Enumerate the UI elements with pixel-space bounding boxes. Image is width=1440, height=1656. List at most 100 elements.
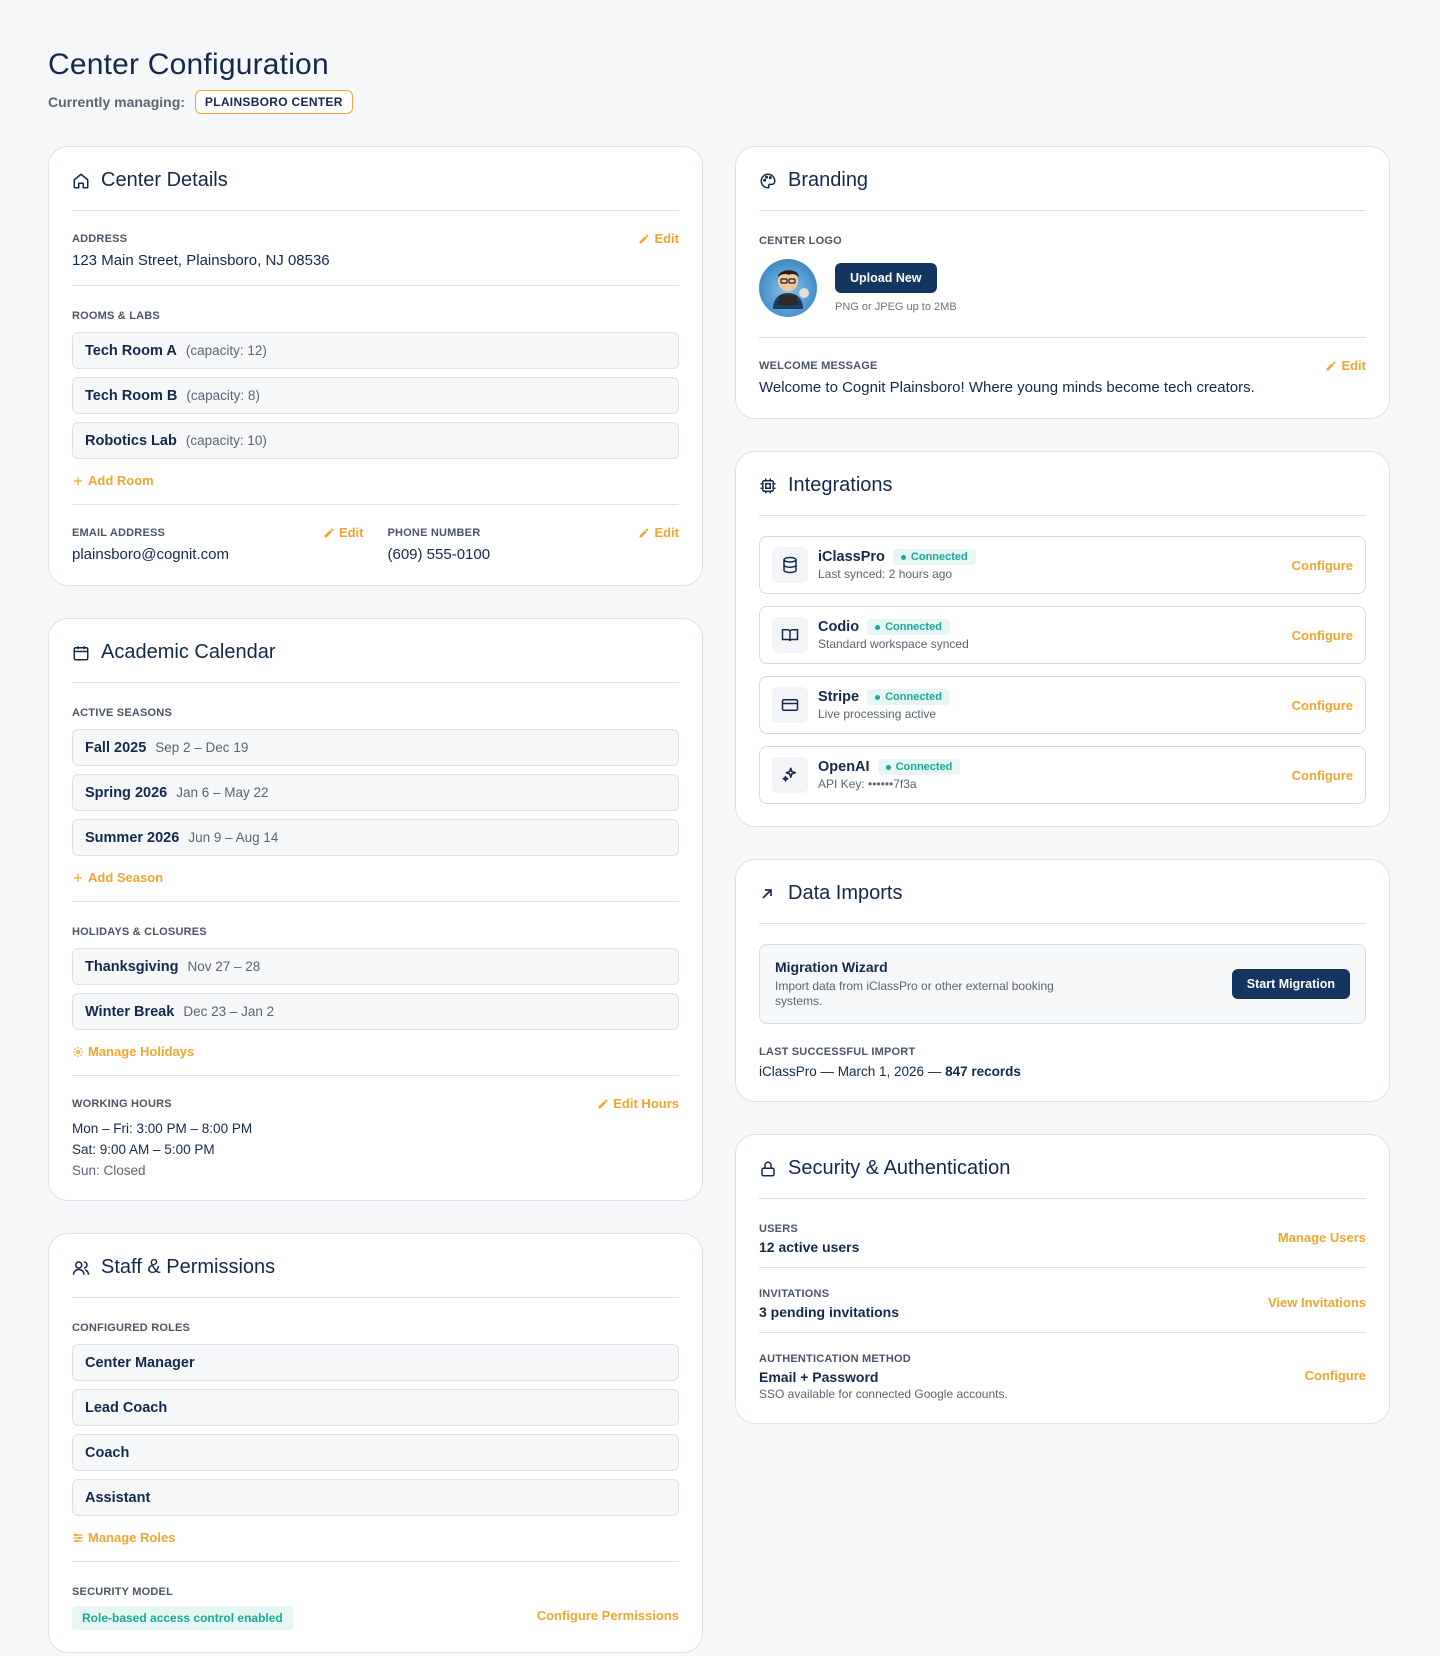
season-item[interactable]: Fall 2025 Sep 2 – Dec 19	[72, 729, 679, 766]
role-name: Coach	[85, 1444, 130, 1461]
managing-row: Currently managing: PLAINSBORO CENTER	[48, 90, 1392, 114]
integration-body: iClassPro Connected Last synced: 2 hours…	[818, 549, 1292, 581]
room-capacity: (capacity: 10)	[185, 433, 267, 448]
sparkles-icon	[772, 757, 808, 793]
integration-status: Last synced: 2 hours ago	[818, 567, 953, 581]
rooms-label: ROOMS & LABS	[72, 310, 160, 322]
center-details-card: Center Details ADDRESS Edit 123 Main Str…	[48, 146, 703, 586]
holiday-name: Winter Break	[85, 1003, 175, 1020]
seasons-list: Fall 2025 Sep 2 – Dec 19 Spring 2026 Jan…	[72, 729, 679, 856]
integration-item-openai: OpenAI Connected API Key: ••••••7f3a Con…	[759, 746, 1366, 804]
card-header: Integrations	[759, 474, 1366, 516]
card-header: Center Details	[72, 169, 679, 211]
connected-badge: Connected	[892, 549, 976, 565]
manage-users-link[interactable]: Manage Users	[1278, 1230, 1366, 1245]
contact-section: EMAIL ADDRESS Edit plainsboro@cognit.com…	[72, 505, 679, 563]
add-season-button[interactable]: Add Season	[72, 870, 679, 885]
card-header: Staff & Permissions	[72, 1256, 679, 1298]
logo-section: CENTER LOGO Upload New PNG or JPEG up to…	[759, 211, 1366, 338]
card-title: Academic Calendar	[101, 641, 276, 663]
configure-iclasspro-button[interactable]: Configure	[1292, 558, 1353, 573]
room-name: Tech Room A	[85, 342, 177, 359]
edit-address-link[interactable]: Edit	[638, 231, 679, 246]
configure-stripe-button[interactable]: Configure	[1292, 698, 1353, 713]
integration-item-stripe: Stripe Connected Live processing active …	[759, 676, 1366, 734]
credit-card-icon	[772, 687, 808, 723]
integration-top: iClassPro Connected	[818, 549, 1292, 565]
roles-label: CONFIGURED ROLES	[72, 1322, 191, 1334]
configure-openai-button[interactable]: Configure	[1292, 768, 1353, 783]
pencil-icon	[639, 234, 649, 243]
add-room-label: Add Room	[88, 473, 154, 488]
role-item[interactable]: Center Manager	[72, 1344, 679, 1381]
configure-permissions-link[interactable]: Configure Permissions	[537, 1608, 679, 1623]
role-item[interactable]: Assistant	[72, 1479, 679, 1516]
hours-sunday: Sun: Closed	[72, 1163, 146, 1178]
page-title: Center Configuration	[48, 48, 329, 81]
role-name: Assistant	[85, 1489, 151, 1506]
integration-status: Standard workspace synced	[818, 637, 969, 651]
edit-label: Edit	[654, 525, 679, 540]
home-icon	[72, 171, 92, 191]
edit-phone-link[interactable]: Edit	[638, 525, 679, 540]
security-card: Security & Authentication USERS 12 activ…	[735, 1134, 1390, 1424]
center-badge[interactable]: PLAINSBORO CENTER	[194, 90, 353, 114]
role-item[interactable]: Lead Coach	[72, 1389, 679, 1426]
add-season-label: Add Season	[88, 870, 164, 885]
logo-row: Upload New PNG or JPEG up to 2MB	[759, 259, 1366, 317]
book-icon	[772, 617, 808, 653]
users-section: USERS 12 active users Manage Users	[759, 1199, 1366, 1268]
staff-permissions-card: Staff & Permissions CONFIGURED ROLES Cen…	[48, 1233, 703, 1653]
welcome-message: Welcome to Cognit Plainsboro! Where youn…	[759, 379, 1255, 396]
phone-row: PHONE NUMBER Edit	[388, 525, 680, 540]
edit-hours-link[interactable]: Edit Hours	[597, 1096, 679, 1111]
configure-auth-link[interactable]: Configure	[1305, 1368, 1366, 1383]
integration-top: Codio Connected	[818, 619, 1292, 635]
room-item[interactable]: Tech Room A (capacity: 12)	[72, 332, 679, 369]
role-name: Lead Coach	[85, 1399, 168, 1416]
role-name: Center Manager	[85, 1354, 195, 1371]
edit-welcome-link[interactable]: Edit	[1325, 358, 1366, 373]
holiday-dates: Nov 27 – 28	[187, 959, 261, 974]
holiday-item[interactable]: Winter Break Dec 23 – Jan 2	[72, 993, 679, 1030]
plus-icon	[74, 873, 82, 882]
room-item[interactable]: Tech Room B (capacity: 8)	[72, 377, 679, 414]
address-value: 123 Main Street, Plainsboro, NJ 08536	[72, 252, 330, 269]
room-item[interactable]: Robotics Lab (capacity: 10)	[72, 422, 679, 459]
arrow-up-right-icon	[759, 884, 779, 904]
integration-status: Live processing active	[818, 707, 937, 721]
lock-icon	[759, 1159, 779, 1179]
room-capacity: (capacity: 8)	[186, 388, 260, 403]
card-title: Integrations	[788, 474, 893, 496]
contact-row: EMAIL ADDRESS Edit plainsboro@cognit.com…	[72, 525, 679, 563]
season-name: Fall 2025	[85, 739, 147, 756]
pencil-icon	[324, 528, 334, 537]
start-migration-button[interactable]: Start Migration	[1231, 969, 1350, 999]
upload-new-button[interactable]: Upload New	[835, 263, 937, 293]
left-column: Center Details ADDRESS Edit 123 Main Str…	[48, 146, 703, 1653]
security-model-label: SECURITY MODEL	[72, 1586, 173, 1598]
auth-sso-note: SSO available for connected Google accou…	[759, 1387, 1008, 1401]
add-room-button[interactable]: Add Room	[72, 473, 679, 488]
role-item[interactable]: Coach	[72, 1434, 679, 1471]
season-item[interactable]: Spring 2026 Jan 6 – May 22	[72, 774, 679, 811]
auth-row: AUTHENTICATION METHOD Email + Password S…	[759, 1349, 1366, 1401]
holiday-item[interactable]: Thanksgiving Nov 27 – 28	[72, 948, 679, 985]
manage-roles-button[interactable]: Manage Roles	[72, 1530, 679, 1545]
roles-list: Center Manager Lead Coach Coach Assistan…	[72, 1344, 679, 1516]
upload-column: Upload New PNG or JPEG up to 2MB	[835, 263, 957, 313]
view-invitations-link[interactable]: View Invitations	[1268, 1295, 1366, 1310]
hours-row: WORKING HOURS Edit Hours	[72, 1096, 679, 1111]
manage-holidays-button[interactable]: Manage Holidays	[72, 1044, 679, 1059]
configure-codio-button[interactable]: Configure	[1292, 628, 1353, 643]
season-item[interactable]: Summer 2026 Jun 9 – Aug 14	[72, 819, 679, 856]
edit-email-link[interactable]: Edit	[323, 525, 364, 540]
roles-section: CONFIGURED ROLES Center Manager Lead Coa…	[72, 1298, 679, 1562]
integration-body: Stripe Connected Live processing active	[818, 689, 1292, 721]
card-title: Staff & Permissions	[101, 1256, 276, 1278]
invitations-row: INVITATIONS 3 pending invitations View I…	[759, 1284, 1366, 1320]
invitations-value: 3 pending invitations	[759, 1304, 900, 1320]
users-icon	[72, 1258, 92, 1278]
holiday-name: Thanksgiving	[85, 958, 179, 975]
edit-label: Edit	[1341, 358, 1366, 373]
